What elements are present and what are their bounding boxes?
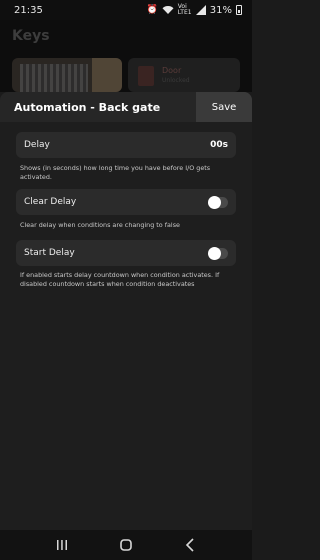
automation-sheet: Automation - Back gate Save Delay 00s Sh… bbox=[0, 92, 252, 530]
delay-field[interactable]: Delay 00s bbox=[16, 132, 236, 158]
navigation-bar bbox=[0, 530, 252, 560]
start-delay-row[interactable]: Start Delay bbox=[16, 240, 236, 266]
background-title: Keys bbox=[12, 28, 50, 44]
door-icon bbox=[138, 66, 154, 86]
background-card-door: Door Unlocked bbox=[128, 58, 240, 92]
sheet-header: Automation - Back gate Save bbox=[0, 92, 252, 122]
clear-delay-row[interactable]: Clear Delay bbox=[16, 189, 236, 215]
status-icons: ⏰ Voi LTE1 31% bbox=[147, 4, 242, 16]
delay-help: Shows (in seconds) how long time you hav… bbox=[20, 164, 211, 181]
start-delay-toggle[interactable] bbox=[208, 246, 228, 260]
clear-delay-toggle[interactable] bbox=[208, 195, 228, 209]
battery-icon bbox=[236, 5, 242, 15]
background-card-image bbox=[12, 58, 122, 92]
network-label: Voi LTE1 bbox=[177, 3, 192, 16]
door-name: Door bbox=[162, 66, 182, 75]
gate-image bbox=[20, 64, 88, 92]
start-delay-help: If enabled starts delay countdown when c… bbox=[20, 271, 220, 288]
battery-percent: 31% bbox=[209, 4, 232, 16]
save-button[interactable]: Save bbox=[196, 92, 252, 122]
clear-delay-label: Clear Delay bbox=[24, 197, 77, 207]
sheet-title: Automation - Back gate bbox=[14, 100, 161, 114]
start-delay-label: Start Delay bbox=[24, 248, 75, 258]
alarm-icon: ⏰ bbox=[146, 5, 158, 15]
back-icon[interactable] bbox=[175, 534, 205, 556]
signal-icon bbox=[195, 5, 206, 15]
delay-label: Delay bbox=[24, 140, 50, 150]
wifi-icon bbox=[162, 6, 174, 14]
status-time: 21:35 bbox=[14, 4, 43, 16]
clear-delay-help: Clear delay when conditions are changing… bbox=[20, 221, 180, 229]
home-icon[interactable] bbox=[111, 534, 141, 556]
door-status: Unlocked bbox=[162, 77, 190, 84]
background-screen: Keys Door Unlocked bbox=[0, 20, 252, 92]
delay-value: 00s bbox=[210, 140, 228, 150]
status-bar: 21:35 ⏰ Voi LTE1 31% bbox=[0, 0, 252, 20]
recents-icon[interactable] bbox=[47, 534, 77, 556]
